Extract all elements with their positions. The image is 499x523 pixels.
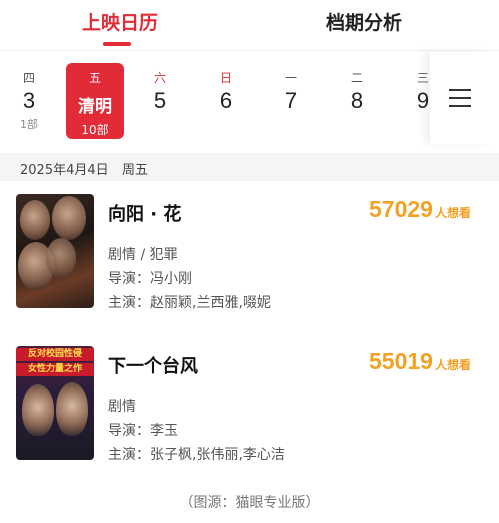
- want-to-see: 57029 人想看: [369, 196, 471, 223]
- date-weekday: 一: [284, 71, 297, 85]
- movie-genre: 剧情: [108, 399, 136, 415]
- date-day: 7: [284, 88, 298, 113]
- movie-director: 导演：李玉: [108, 423, 178, 439]
- want-unit: 人想看: [434, 358, 471, 372]
- menu-icon-bar: [449, 105, 471, 107]
- date-day: 5: [153, 88, 167, 113]
- poster-text: 反对校园性侵: [27, 349, 82, 359]
- top-tab-bar: 上映日历 档期分析: [0, 0, 499, 48]
- date-weekday: 五: [88, 71, 101, 85]
- date-item-mon-7[interactable]: 一 7: [262, 63, 320, 139]
- section-date: 2025年4月4日: [20, 163, 109, 178]
- date-strip: 四 3 1部 五 清明 10部 六 5 日 6 一 7 二 8 三 9: [0, 50, 499, 147]
- poster-figure: [22, 384, 54, 436]
- movie-cast: 主演：赵丽颖,兰西雅,啜妮: [108, 295, 271, 311]
- date-item-sat-5[interactable]: 六 5: [131, 63, 189, 139]
- date-day: 8: [350, 88, 364, 113]
- active-tab-indicator: [103, 42, 131, 46]
- date-weekday: 二: [350, 71, 363, 85]
- poster-figure: [52, 196, 86, 240]
- poster-figure: [56, 382, 88, 436]
- poster-text: 女性力量之作: [27, 364, 82, 374]
- tab-schedule-analysis[interactable]: 档期分析: [326, 8, 402, 35]
- movie-genre: 剧情 / 犯罪: [108, 247, 178, 263]
- want-unit: 人想看: [434, 206, 471, 220]
- date-weekday: 日: [219, 71, 232, 85]
- date-item-fri-qingming[interactable]: 五 清明 10部: [66, 63, 124, 139]
- hamburger-menu-icon[interactable]: [430, 52, 490, 144]
- menu-icon-bar: [449, 89, 471, 91]
- date-movie-count: 1部: [20, 118, 38, 131]
- date-day: 6: [219, 88, 233, 113]
- movie-poster[interactable]: 反对校园性侵 女性力量之作: [16, 346, 94, 460]
- movie-director: 导演：冯小刚: [108, 271, 192, 287]
- date-weekday: 六: [153, 71, 166, 85]
- date-weekday: 四: [22, 71, 35, 85]
- movie-poster[interactable]: [16, 194, 94, 308]
- movie-cast: 主演：张子枫,张伟丽,李心洁: [108, 447, 285, 463]
- want-count: 57029: [369, 196, 433, 222]
- movie-title[interactable]: 向阳 · 花: [108, 200, 181, 226]
- tab-release-calendar[interactable]: 上映日历: [82, 8, 158, 35]
- movie-item[interactable]: 向阳 · 花 57029 人想看 剧情 / 犯罪 导演：冯小刚 主演：赵丽颖,兰西…: [0, 194, 499, 312]
- date-movie-count: 10部: [81, 123, 109, 137]
- date-day: 3: [22, 88, 36, 113]
- poster-figure: [46, 238, 76, 278]
- poster-figure: [20, 200, 50, 240]
- want-count: 55019: [369, 348, 433, 374]
- movie-title[interactable]: 下一个台风: [108, 352, 198, 378]
- menu-icon-bar: [449, 97, 471, 99]
- want-to-see: 55019 人想看: [369, 348, 471, 375]
- image-source-caption: （图源：猫眼专业版）: [179, 495, 320, 511]
- section-weekday: 周五: [122, 163, 149, 178]
- movie-item[interactable]: 反对校园性侵 女性力量之作 下一个台风 55019 人想看 剧情 导演：李玉 主演…: [0, 346, 499, 464]
- date-section-header: 2025年4月4日 周五: [0, 153, 499, 181]
- date-item-tue-8[interactable]: 二 8: [328, 63, 386, 139]
- date-day: 清明: [78, 97, 112, 117]
- date-item-sun-6[interactable]: 日 6: [197, 63, 255, 139]
- date-item-thu-3[interactable]: 四 3 1部: [0, 63, 58, 139]
